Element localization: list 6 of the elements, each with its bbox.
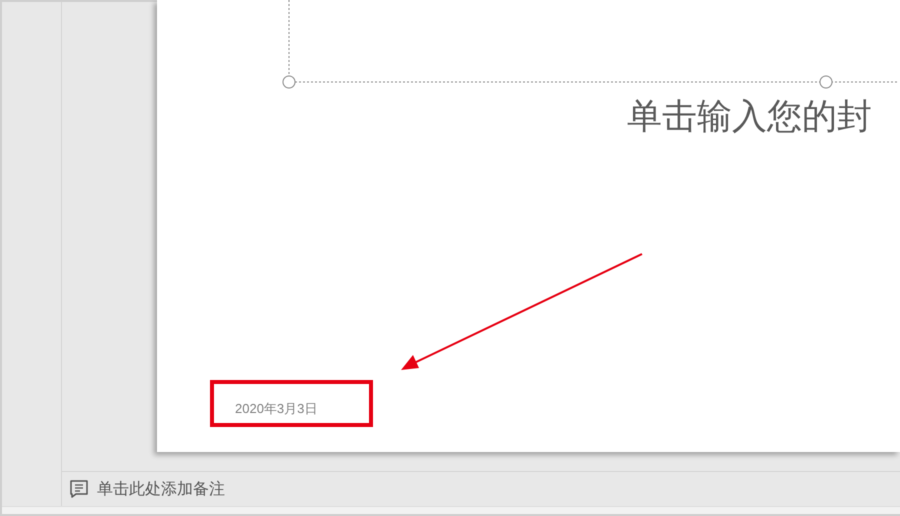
notes-placeholder[interactable]: 单击此处添加备注 [97, 477, 225, 501]
title-placeholder[interactable]: 单击输入您的封 [627, 96, 872, 138]
resize-handle[interactable] [282, 76, 296, 88]
resize-handle[interactable] [820, 76, 832, 88]
date-text[interactable]: 2020年3月3日 [235, 399, 318, 418]
comment-icon [69, 479, 89, 499]
